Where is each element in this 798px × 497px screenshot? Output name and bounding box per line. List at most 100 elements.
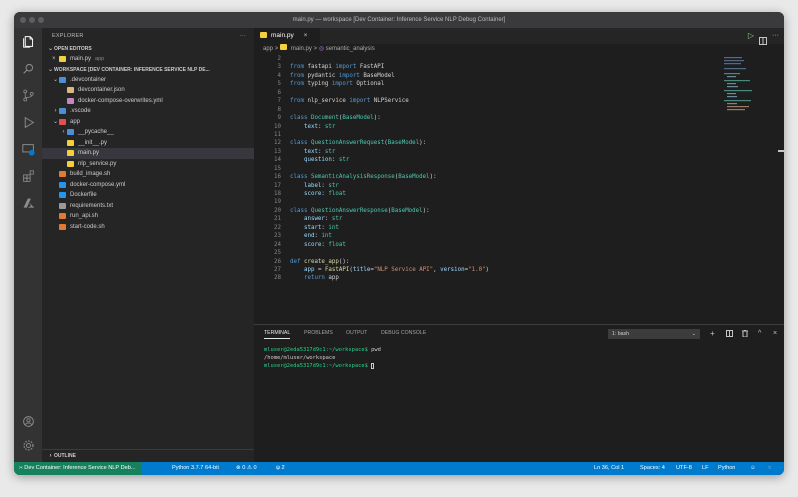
tree-item[interactable]: build_image.sh — [42, 169, 254, 180]
tree-item[interactable]: devcontainer.json — [42, 85, 254, 96]
terminal-shell-select[interactable]: 1: bash ⌄ — [608, 329, 700, 339]
code-line[interactable]: 6 — [254, 89, 784, 97]
more-actions-icon[interactable]: ··· — [240, 28, 246, 44]
code-line[interactable]: 12 class QuestionAnswerRequest(BaseModel)… — [254, 139, 784, 147]
tab-debug-console[interactable]: DEBUG CONSOLE — [381, 325, 426, 342]
code-line[interactable]: 28 return app — [254, 274, 784, 282]
code-line[interactable]: 18 score: float — [254, 190, 784, 198]
tree-item[interactable]: docker-compose.yml — [42, 180, 254, 191]
close-window-button[interactable] — [20, 17, 26, 23]
code-token: ): — [422, 207, 430, 214]
tab-output[interactable]: OUTPUT — [346, 325, 367, 342]
terminal-output[interactable]: mluser@2eda5317d9c1:~/workspace$ pwd/hom… — [254, 346, 784, 370]
code-editor[interactable]: 2 3 from fastapi import FastAPI 4 from pydan… — [254, 55, 784, 323]
close-icon[interactable]: × — [304, 32, 308, 39]
source-control-icon[interactable] — [21, 88, 35, 102]
code-line[interactable]: 14 question: str — [254, 156, 784, 164]
new-terminal-icon[interactable]: + — [710, 325, 715, 342]
code-line[interactable]: 19 — [254, 198, 784, 206]
more-actions-icon[interactable]: ··· — [772, 28, 779, 44]
breadcrumb-file[interactable]: main.py — [291, 46, 312, 52]
code-line[interactable]: 3 from fastapi import FastAPI — [254, 63, 784, 71]
code-line[interactable]: 16 class SemanticAnalysisResponse(BaseMod… — [254, 173, 784, 181]
forwarded-ports[interactable]: ψ 2 — [276, 462, 285, 475]
settings-gear-icon[interactable] — [21, 438, 35, 452]
tree-item[interactable]: ⌄ app — [42, 117, 254, 128]
code-line[interactable]: 11 — [254, 131, 784, 139]
azure-icon[interactable] — [21, 196, 35, 210]
tree-item[interactable]: run_api.sh — [42, 211, 254, 222]
notifications-bell-icon[interactable]: ◌ — [768, 462, 771, 475]
breadcrumb-symbol[interactable]: semantic_analysis — [326, 46, 375, 52]
code-line[interactable]: 25 — [254, 249, 784, 257]
trash-icon[interactable] — [742, 329, 748, 339]
code-line[interactable]: 10 text: str — [254, 123, 784, 131]
end-of-line[interactable]: LF — [702, 462, 709, 475]
split-terminal-icon[interactable] — [726, 330, 733, 339]
minimap[interactable] — [724, 55, 770, 115]
code-line[interactable]: 21 answer: str — [254, 215, 784, 223]
remote-indicator[interactable]: ›‹ Dev Container: Inference Service NLP … — [14, 462, 141, 475]
code-line[interactable]: 4 from pydantic import BaseModel — [254, 72, 784, 80]
problems-count[interactable]: ⊗ 0 ⚠ 0 — [236, 462, 257, 475]
code-line[interactable]: 26 def create_app(): — [254, 258, 784, 266]
line-number: 28 — [274, 275, 281, 282]
open-editors-section[interactable]: ⌄OPEN EDITORS — [42, 44, 254, 54]
language-mode[interactable]: Python — [718, 462, 735, 475]
close-icon[interactable]: × — [52, 54, 59, 65]
run-debug-icon[interactable] — [21, 115, 35, 129]
workspace-section[interactable]: ⌄WORKSPACE [DEV CONTAINER: INFERENCE SER… — [42, 65, 254, 75]
tree-item[interactable]: Dockerfile — [42, 190, 254, 201]
python-interpreter[interactable]: Python 3.7.7 64-bit — [172, 462, 219, 475]
close-panel-icon[interactable]: × — [773, 325, 777, 342]
extensions-icon[interactable] — [21, 169, 35, 183]
tree-item[interactable]: requirements.txt — [42, 201, 254, 212]
cursor-position[interactable]: Ln 36, Col 1 — [594, 462, 624, 475]
file-encoding[interactable]: UTF-8 — [676, 462, 692, 475]
tree-item[interactable]: start-code.sh — [42, 222, 254, 233]
code-line[interactable]: 27 app = FastAPI(title="NLP Service API"… — [254, 266, 784, 274]
split-editor-icon[interactable] — [759, 32, 767, 50]
code-line[interactable]: 20 class QuestionAnswerResponse(BaseModel… — [254, 207, 784, 215]
code-line[interactable]: 22 start: int — [254, 224, 784, 232]
code-token: NLPService — [373, 98, 409, 105]
code-line[interactable]: 15 — [254, 165, 784, 173]
maximize-panel-icon[interactable]: ^ — [758, 325, 761, 342]
code-line[interactable]: 13 text: str — [254, 148, 784, 156]
code-line[interactable]: 7 from nlp_service import NLPService — [254, 97, 784, 105]
code-line[interactable]: 9 class Document(BaseModel): — [254, 114, 784, 122]
code-line[interactable]: 8 — [254, 106, 784, 114]
outline-section[interactable]: › OUTLINE — [42, 449, 254, 462]
run-icon[interactable]: ▷ — [748, 31, 754, 40]
tree-item[interactable]: __init__.py — [42, 138, 254, 149]
code-line[interactable]: 17 label: str — [254, 182, 784, 190]
remote-explorer-icon[interactable] — [21, 142, 35, 156]
indentation[interactable]: Spaces: 4 — [640, 462, 665, 475]
breadcrumb-folder[interactable]: app — [263, 46, 273, 52]
tree-item[interactable]: main.py — [42, 148, 254, 159]
tab-main-py[interactable]: main.py × — [254, 28, 320, 44]
minimize-window-button[interactable] — [29, 17, 35, 23]
tree-item[interactable]: ⌄ .devcontainer — [42, 75, 254, 86]
account-icon[interactable] — [21, 414, 35, 428]
feedback-icon[interactable]: ☺ — [750, 462, 756, 475]
search-icon[interactable] — [21, 61, 35, 75]
code-token: ): — [419, 140, 427, 147]
tree-item[interactable]: nlp_service.py — [42, 159, 254, 170]
code-line[interactable]: 23 end: int — [254, 232, 784, 240]
explorer-icon[interactable] — [21, 34, 35, 48]
maximize-window-button[interactable] — [38, 17, 44, 23]
tree-item[interactable]: › .vscode — [42, 106, 254, 117]
code-token: import — [331, 81, 357, 88]
tree-item[interactable]: docker-compose-overwrites.yml — [42, 96, 254, 107]
docker-icon — [59, 181, 66, 188]
tab-terminal[interactable]: TERMINAL — [264, 325, 291, 339]
code-line[interactable]: 24 score: float — [254, 241, 784, 249]
code-line[interactable]: 5 from typing import Optional — [254, 80, 784, 88]
tree-item[interactable]: › __pycache__ — [42, 127, 254, 138]
code-line[interactable]: 2 — [254, 55, 784, 63]
tab-problems[interactable]: PROBLEMS — [304, 325, 333, 342]
open-editor-item[interactable]: × main.py app — [42, 54, 254, 65]
code-token: str — [324, 148, 336, 155]
bottom-panel: TERMINAL PROBLEMS OUTPUT DEBUG CONSOLE 1… — [254, 324, 784, 462]
